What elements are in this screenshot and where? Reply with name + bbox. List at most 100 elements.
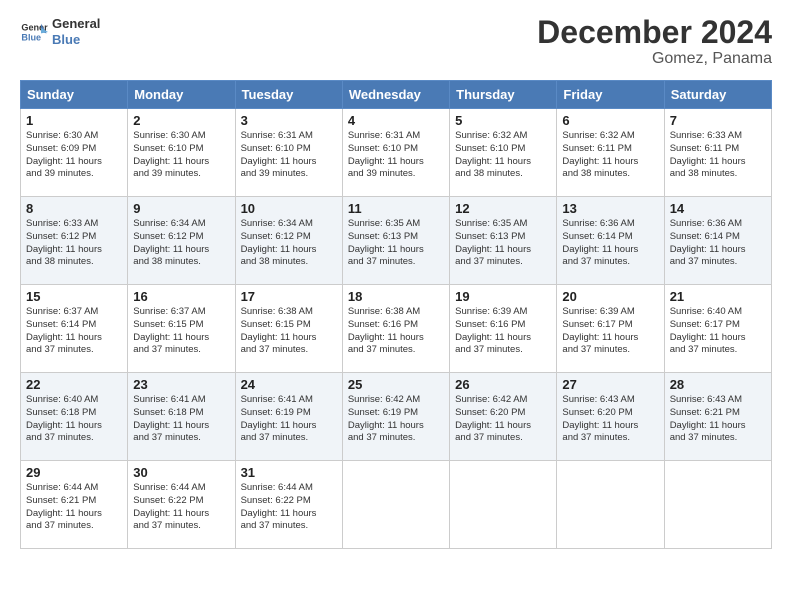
day-info: Sunrise: 6:38 AM Sunset: 6:15 PM Dayligh… [241,306,337,357]
week-row-1: 1Sunrise: 6:30 AM Sunset: 6:09 PM Daylig… [21,109,772,197]
day-number: 12 [455,201,551,216]
day-cell [664,461,771,549]
day-info: Sunrise: 6:39 AM Sunset: 6:16 PM Dayligh… [455,306,551,357]
day-cell: 30 Sunrise: 6:44 AM Sunset: 6:22 PM Dayli… [128,461,235,549]
day-info: Sunrise: 6:34 AM Sunset: 6:12 PM Dayligh… [133,218,229,269]
day-cell: 23 Sunrise: 6:41 AM Sunset: 6:18 PM Dayli… [128,373,235,461]
day-cell: 12 Sunrise: 6:35 AM Sunset: 6:13 PM Dayli… [450,197,557,285]
day-number: 13 [562,201,658,216]
day-info: Sunrise: 6:37 AM Sunset: 6:14 PM Dayligh… [26,306,122,357]
day-cell: 18Sunrise: 6:38 AM Sunset: 6:16 PM Dayli… [342,285,449,373]
day-number: 17 [241,289,337,304]
day-number: 7 [670,113,766,128]
day-info: Sunrise: 6:41 AM Sunset: 6:19 PM Dayligh… [241,394,337,445]
day-cell: 14 Sunrise: 6:36 AM Sunset: 6:14 PM Dayli… [664,197,771,285]
location: Gomez, Panama [537,50,772,68]
day-number: 1 [26,113,122,128]
day-cell: 17 Sunrise: 6:38 AM Sunset: 6:15 PM Dayli… [235,285,342,373]
day-info: Sunrise: 6:40 AM Sunset: 6:18 PM Dayligh… [26,394,122,445]
day-cell [342,461,449,549]
day-cell: 15 Sunrise: 6:37 AM Sunset: 6:14 PM Dayli… [21,285,128,373]
week-row-5: 29Sunrise: 6:44 AM Sunset: 6:21 PM Dayli… [21,461,772,549]
weekday-header-wednesday: Wednesday [342,81,449,109]
weekday-header-row: SundayMondayTuesdayWednesdayThursdayFrid… [21,81,772,109]
day-number: 24 [241,377,337,392]
day-cell: 8 Sunrise: 6:33 AM Sunset: 6:12 PM Daylig… [21,197,128,285]
day-number: 4 [348,113,444,128]
day-number: 20 [562,289,658,304]
day-info: Sunrise: 6:34 AM Sunset: 6:12 PM Dayligh… [241,218,337,269]
day-cell: 21 Sunrise: 6:40 AM Sunset: 6:17 PM Dayli… [664,285,771,373]
day-info: Sunrise: 6:35 AM Sunset: 6:13 PM Dayligh… [455,218,551,269]
day-number: 8 [26,201,122,216]
day-cell: 27Sunrise: 6:43 AM Sunset: 6:20 PM Dayli… [557,373,664,461]
day-number: 31 [241,465,337,480]
day-cell: 19 Sunrise: 6:39 AM Sunset: 6:16 PM Dayli… [450,285,557,373]
page: General Blue General Blue December 2024 … [0,0,792,612]
day-number: 26 [455,377,551,392]
logo: General Blue General Blue [20,16,100,47]
day-cell: 3Sunrise: 6:31 AM Sunset: 6:10 PM Daylig… [235,109,342,197]
day-info: Sunrise: 6:37 AM Sunset: 6:15 PM Dayligh… [133,306,229,357]
day-number: 14 [670,201,766,216]
day-number: 23 [133,377,229,392]
week-row-4: 22 Sunrise: 6:40 AM Sunset: 6:18 PM Dayli… [21,373,772,461]
day-info: Sunrise: 6:44 AM Sunset: 6:22 PM Dayligh… [133,482,229,533]
day-info: Sunrise: 6:42 AM Sunset: 6:20 PM Dayligh… [455,394,551,445]
month-title: December 2024 [537,16,772,48]
day-cell: 10 Sunrise: 6:34 AM Sunset: 6:12 PM Dayli… [235,197,342,285]
day-cell: 5 Sunrise: 6:32 AM Sunset: 6:10 PM Daylig… [450,109,557,197]
day-info: Sunrise: 6:32 AM Sunset: 6:10 PM Dayligh… [455,130,551,181]
day-cell: 11Sunrise: 6:35 AM Sunset: 6:13 PM Dayli… [342,197,449,285]
day-cell: 4 Sunrise: 6:31 AM Sunset: 6:10 PM Daylig… [342,109,449,197]
day-cell: 7 Sunrise: 6:33 AM Sunset: 6:11 PM Daylig… [664,109,771,197]
day-cell: 25 Sunrise: 6:42 AM Sunset: 6:19 PM Dayli… [342,373,449,461]
header: General Blue General Blue December 2024 … [20,16,772,68]
week-row-3: 15 Sunrise: 6:37 AM Sunset: 6:14 PM Dayli… [21,285,772,373]
day-number: 10 [241,201,337,216]
day-info: Sunrise: 6:44 AM Sunset: 6:22 PM Dayligh… [241,482,337,533]
day-info: Sunrise: 6:40 AM Sunset: 6:17 PM Dayligh… [670,306,766,357]
day-info: Sunrise: 6:30 AM Sunset: 6:10 PM Dayligh… [133,130,229,181]
day-info: Sunrise: 6:36 AM Sunset: 6:14 PM Dayligh… [670,218,766,269]
day-cell: 26 Sunrise: 6:42 AM Sunset: 6:20 PM Dayli… [450,373,557,461]
day-number: 21 [670,289,766,304]
logo-blue: Blue [52,32,100,48]
day-number: 15 [26,289,122,304]
day-cell: 9 Sunrise: 6:34 AM Sunset: 6:12 PM Daylig… [128,197,235,285]
weekday-header-tuesday: Tuesday [235,81,342,109]
day-number: 3 [241,113,337,128]
day-number: 30 [133,465,229,480]
day-cell: 29Sunrise: 6:44 AM Sunset: 6:21 PM Dayli… [21,461,128,549]
day-cell: 24 Sunrise: 6:41 AM Sunset: 6:19 PM Dayli… [235,373,342,461]
weekday-header-sunday: Sunday [21,81,128,109]
day-info: Sunrise: 6:32 AM Sunset: 6:11 PM Dayligh… [562,130,658,181]
day-cell: 20 Sunrise: 6:39 AM Sunset: 6:17 PM Dayli… [557,285,664,373]
day-cell [450,461,557,549]
day-cell: 13Sunrise: 6:36 AM Sunset: 6:14 PM Dayli… [557,197,664,285]
day-info: Sunrise: 6:33 AM Sunset: 6:12 PM Dayligh… [26,218,122,269]
day-number: 27 [562,377,658,392]
day-number: 9 [133,201,229,216]
day-number: 18 [348,289,444,304]
day-cell: 2Sunrise: 6:30 AM Sunset: 6:10 PM Daylig… [128,109,235,197]
day-number: 19 [455,289,551,304]
day-cell: 1Sunrise: 6:30 AM Sunset: 6:09 PM Daylig… [21,109,128,197]
day-info: Sunrise: 6:35 AM Sunset: 6:13 PM Dayligh… [348,218,444,269]
day-info: Sunrise: 6:41 AM Sunset: 6:18 PM Dayligh… [133,394,229,445]
day-info: Sunrise: 6:39 AM Sunset: 6:17 PM Dayligh… [562,306,658,357]
day-number: 25 [348,377,444,392]
day-info: Sunrise: 6:31 AM Sunset: 6:10 PM Dayligh… [348,130,444,181]
day-cell: 22 Sunrise: 6:40 AM Sunset: 6:18 PM Dayli… [21,373,128,461]
day-number: 5 [455,113,551,128]
day-cell: 16Sunrise: 6:37 AM Sunset: 6:15 PM Dayli… [128,285,235,373]
calendar: SundayMondayTuesdayWednesdayThursdayFrid… [20,80,772,549]
weekday-header-thursday: Thursday [450,81,557,109]
week-row-2: 8 Sunrise: 6:33 AM Sunset: 6:12 PM Daylig… [21,197,772,285]
day-info: Sunrise: 6:33 AM Sunset: 6:11 PM Dayligh… [670,130,766,181]
day-number: 29 [26,465,122,480]
day-number: 22 [26,377,122,392]
weekday-header-friday: Friday [557,81,664,109]
day-info: Sunrise: 6:42 AM Sunset: 6:19 PM Dayligh… [348,394,444,445]
logo-icon: General Blue [20,18,48,46]
